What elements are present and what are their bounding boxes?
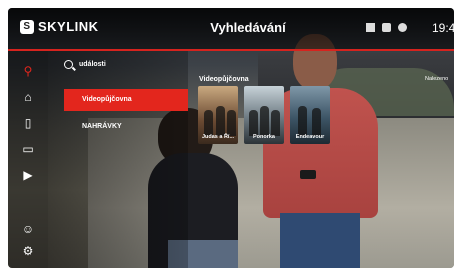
tv-icon[interactable]: ▭ <box>20 141 36 157</box>
top-bar: S SKYLINK Vyhledávání 19:4 <box>8 8 454 50</box>
monitor-icon <box>382 23 391 32</box>
sidebar: ⚲ ⌂ ▯ ▭ ▶ ☺ ⚙ <box>8 51 48 268</box>
book-icon[interactable]: ▯ <box>20 115 36 131</box>
next-row-label: Nalezeno <box>425 76 449 82</box>
search-field-icon <box>64 60 73 69</box>
search-icon[interactable]: ⚲ <box>20 63 36 79</box>
clock: 19:4 <box>432 21 454 35</box>
category-nahravky[interactable]: NAHRÁVKY <box>82 123 122 130</box>
result-title: Ponorka <box>252 134 275 140</box>
background-man-legs <box>280 213 360 268</box>
brand-name: SKYLINK <box>38 19 99 34</box>
settings-icon[interactable]: ⚙ <box>20 243 36 259</box>
result-title: Judas a Ří... <box>201 134 235 140</box>
status-icons <box>366 23 407 32</box>
search-field[interactable]: události <box>64 60 106 69</box>
brand-logo-mark: S <box>20 19 34 34</box>
video-icon[interactable]: ▶ <box>20 167 36 183</box>
page-title: Vyhledávání <box>210 20 286 35</box>
tv-screen: S SKYLINK Vyhledávání 19:4 ⚲ ⌂ ▯ ▭ ▶ ☺ ⚙… <box>8 8 454 268</box>
network-icon <box>366 23 375 32</box>
home-icon[interactable]: ⌂ <box>20 89 36 105</box>
record-icon <box>398 23 407 32</box>
search-query: události <box>79 61 106 68</box>
search-panel <box>48 51 188 268</box>
result-title: Endeavour <box>295 134 325 140</box>
results-row-title: Videopůjčovna <box>199 76 249 83</box>
category-videopujcovna[interactable]: Videopůjčovna <box>64 89 188 111</box>
user-icon[interactable]: ☺ <box>20 221 36 237</box>
brand-logo: S SKYLINK <box>20 19 99 34</box>
phone-in-hands <box>300 170 316 179</box>
